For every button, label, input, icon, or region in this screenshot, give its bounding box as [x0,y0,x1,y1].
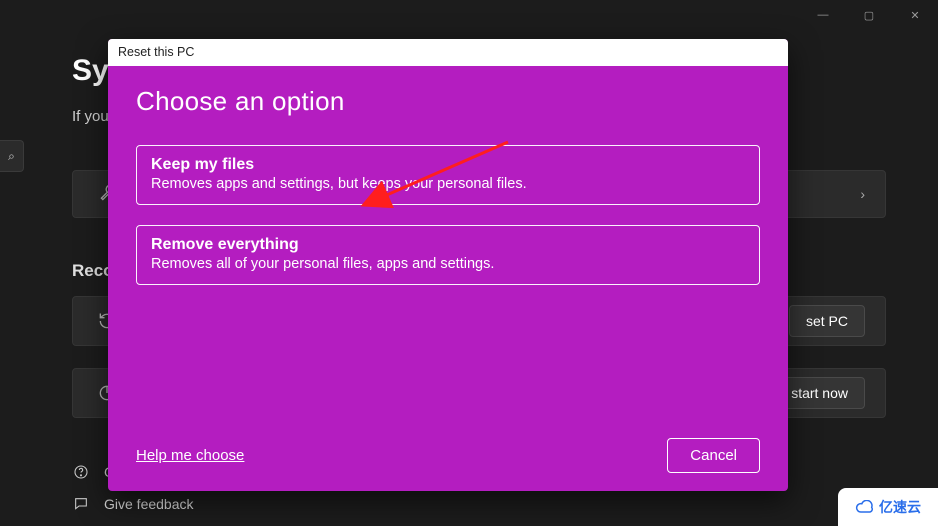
minimize-button[interactable]: — [800,0,846,30]
maximize-button[interactable]: ▢ [846,0,892,30]
help-icon [72,464,90,480]
watermark-text: 亿速云 [879,497,921,517]
chevron-right-icon: › [860,186,865,202]
option-keep-my-files[interactable]: Keep my files Removes apps and settings,… [136,145,760,205]
option-remove-title: Remove everything [151,236,745,254]
dialog-heading: Choose an option [136,86,760,117]
option-keep-title: Keep my files [151,156,745,174]
give-feedback-label: Give feedback [104,496,194,512]
page-subtitle: If you [72,108,109,125]
reset-pc-button[interactable]: set PC [789,305,865,337]
cancel-button[interactable]: Cancel [667,438,760,473]
cloud-icon [855,500,875,514]
dialog-title: Reset this PC [108,39,788,66]
option-remove-everything[interactable]: Remove everything Removes all of your pe… [136,225,760,285]
help-me-choose-link[interactable]: Help me choose [136,447,244,464]
dialog-footer: Help me choose Cancel [136,438,760,473]
close-button[interactable]: ✕ [892,0,938,30]
give-feedback-row[interactable]: Give feedback [72,496,194,512]
watermark-badge: 亿速云 [838,488,938,526]
option-remove-desc: Removes all of your personal files, apps… [151,256,745,272]
search-icon[interactable]: ⌕ [0,140,24,172]
window-controls: — ▢ ✕ [800,0,938,30]
settings-window: — ▢ ✕ Sys If you ⌕ › Recov set PC start … [0,0,938,526]
option-keep-desc: Removes apps and settings, but keeps you… [151,176,745,192]
reset-pc-dialog: Reset this PC Choose an option Keep my f… [108,39,788,491]
feedback-icon [72,496,90,512]
